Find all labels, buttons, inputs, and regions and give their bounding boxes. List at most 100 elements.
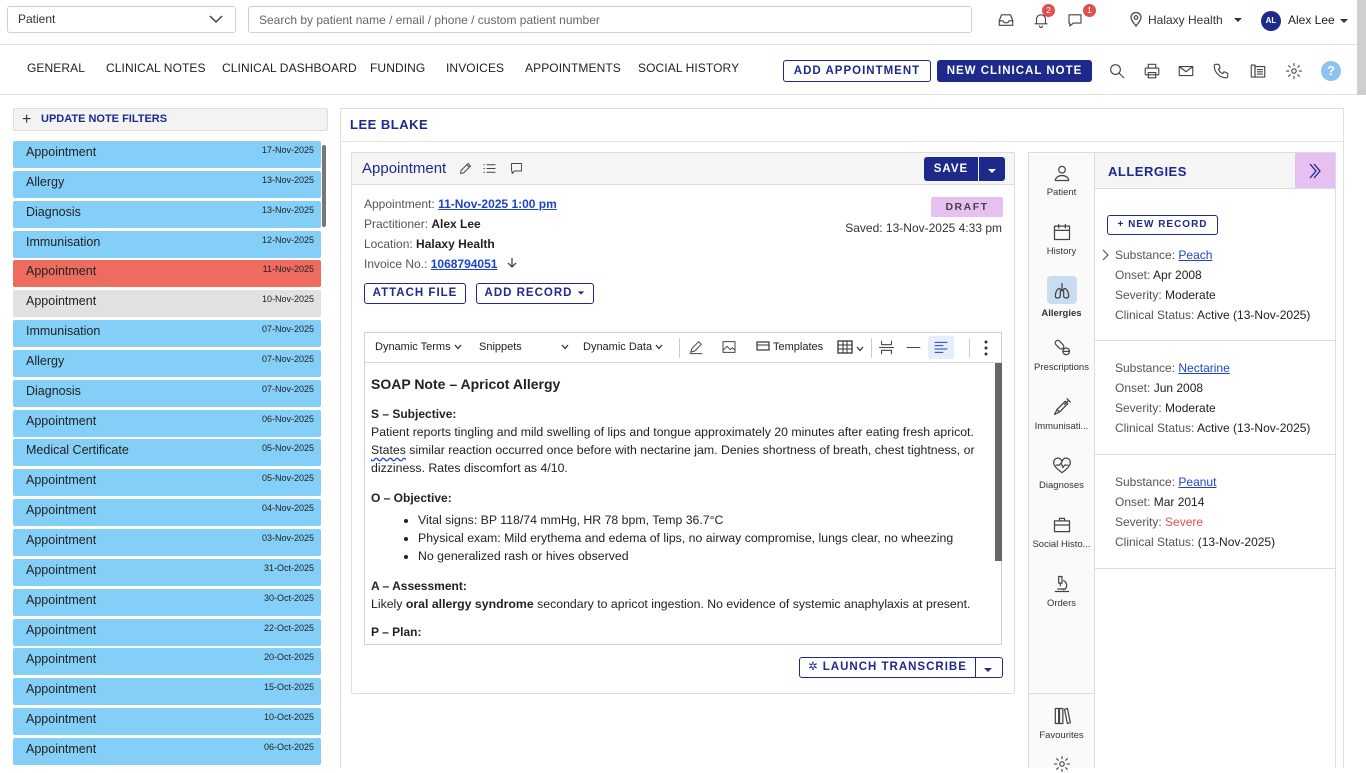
list-icon[interactable]	[482, 161, 497, 176]
printer-icon[interactable]	[1143, 62, 1161, 80]
collapse-panel-button[interactable]	[1295, 153, 1335, 188]
sidebar-item-orders[interactable]: Orders	[1029, 574, 1094, 609]
avatar[interactable]: AL	[1261, 11, 1281, 31]
attach-file-button[interactable]: ATTACH FILE	[364, 283, 466, 304]
list-item[interactable]: Immunisation 07-Nov-2025	[13, 320, 321, 348]
microphone-icon: ✲	[808, 661, 819, 673]
message-badge: 1	[1083, 4, 1096, 17]
pen-icon[interactable]	[688, 339, 704, 355]
assessment-text: Likely oral allergy syndrome secondary t…	[371, 597, 971, 611]
align-left-button[interactable]	[928, 336, 954, 359]
list-item[interactable]: Appointment 30-Oct-2025	[13, 588, 321, 616]
download-arrow-icon[interactable]	[507, 257, 517, 269]
sidebar-item-immunisations[interactable]: Immunisati...	[1029, 397, 1094, 432]
page-break-icon[interactable]	[878, 339, 895, 356]
note-title: Appointment	[362, 160, 447, 177]
table-icon	[837, 340, 853, 354]
new-record-button[interactable]: + NEW RECORD	[1107, 215, 1218, 235]
new-clinical-note-button[interactable]: NEW CLINICAL NOTE	[937, 60, 1092, 82]
phone-icon[interactable]	[1212, 62, 1230, 80]
user-menu[interactable]: Alex Lee	[1288, 13, 1348, 27]
horizontal-rule-icon[interactable]	[905, 339, 922, 356]
more-options-icon[interactable]	[984, 340, 988, 356]
substance-link[interactable]: Peanut	[1178, 475, 1216, 489]
chevron-down-icon	[209, 15, 223, 24]
list-item[interactable]: Appointment 05-Nov-2025	[13, 469, 321, 497]
gear-icon[interactable]	[1285, 62, 1303, 80]
sidebar-item-history[interactable]: History	[1029, 222, 1094, 257]
sidebar-item-social-history[interactable]: Social Histo...	[1029, 515, 1094, 550]
substance-link[interactable]: Peach	[1178, 248, 1212, 262]
location-select[interactable]: Halaxy Health	[1130, 12, 1242, 27]
templates-button[interactable]: Templates	[756, 341, 823, 353]
patient-search-input[interactable]	[248, 6, 972, 33]
list-item[interactable]: Appointment 15-Oct-2025	[13, 678, 321, 706]
sidebar-item-favourites[interactable]: Favourites	[1029, 706, 1094, 741]
tab-clinical-dashboard[interactable]: CLINICAL DASHBOARD	[222, 61, 357, 75]
inbox-icon[interactable]	[997, 11, 1015, 29]
table-dropdown[interactable]	[837, 339, 864, 358]
comment-icon[interactable]	[509, 161, 524, 176]
save-button[interactable]: SAVE	[924, 157, 978, 181]
divider	[341, 141, 1343, 142]
list-item[interactable]: Appointment 17-Nov-2025	[13, 141, 321, 168]
list-item[interactable]: Appointment 03-Nov-2025	[13, 528, 321, 556]
tab-social-history[interactable]: SOCIAL HISTORY	[638, 61, 739, 75]
note-document[interactable]: SOAP Note – Apricot Allergy S – Subjecti…	[371, 371, 993, 641]
tab-invoices[interactable]: INVOICES	[446, 61, 504, 75]
sidebar-item-diagnoses[interactable]: Diagnoses	[1029, 456, 1094, 491]
list-item[interactable]: Allergy 13-Nov-2025	[13, 170, 321, 198]
substance-link[interactable]: Nectarine	[1178, 361, 1229, 375]
add-appointment-button[interactable]: ADD APPOINTMENT	[783, 60, 931, 82]
tab-general[interactable]: GENERAL	[27, 61, 85, 75]
tab-appointments[interactable]: APPOINTMENTS	[525, 61, 621, 75]
subjective-heading: S – Subjective:	[371, 407, 457, 421]
fax-icon[interactable]	[1249, 62, 1267, 80]
list-item[interactable]: Medical Certificate 05-Nov-2025	[13, 439, 321, 467]
appointment-link[interactable]: 11-Nov-2025 1:00 pm	[438, 197, 557, 211]
chevron-right-icon[interactable]	[1101, 249, 1109, 261]
list-item[interactable]: Appointment 06-Oct-2025	[13, 737, 321, 765]
list-item[interactable]: Appointment 10-Oct-2025	[13, 708, 321, 736]
dynamic-terms-dropdown[interactable]: Dynamic Terms	[375, 341, 462, 353]
caret-down-icon	[988, 168, 996, 173]
list-item[interactable]: Appointment 06-Nov-2025	[13, 409, 321, 437]
list-item[interactable]: Appointment 04-Nov-2025	[13, 499, 321, 527]
notifications-button[interactable]: 2	[1032, 4, 1055, 32]
list-item[interactable]: Appointment 22-Oct-2025	[13, 618, 321, 646]
list-item-selected[interactable]: Appointment 11-Nov-2025	[13, 260, 321, 288]
save-options-button[interactable]	[979, 157, 1005, 181]
allergy-severity: Severity: Severe	[1115, 515, 1204, 529]
invoice-link[interactable]: 1068794051	[431, 257, 498, 271]
editor-scrollbar[interactable]	[995, 363, 1002, 561]
launch-transcribe-button[interactable]: ✲ LAUNCH TRANSCRIBE	[799, 657, 976, 678]
sidebar-item-prescriptions[interactable]: Prescriptions	[1029, 338, 1094, 373]
pencil-icon[interactable]	[458, 161, 473, 176]
tab-clinical-notes[interactable]: CLINICAL NOTES	[106, 61, 206, 75]
image-icon[interactable]	[721, 339, 737, 355]
mail-icon[interactable]	[1177, 62, 1195, 80]
snippets-dropdown[interactable]: Snippets	[479, 341, 569, 353]
tab-funding[interactable]: FUNDING	[370, 61, 425, 75]
gear-icon[interactable]	[1053, 755, 1071, 773]
list-item[interactable]: Diagnosis 07-Nov-2025	[13, 379, 321, 407]
dynamic-data-dropdown[interactable]: Dynamic Data	[583, 341, 663, 353]
sidebar-item-patient[interactable]: Patient	[1029, 163, 1094, 198]
list-item[interactable]: Appointment 31-Oct-2025	[13, 558, 321, 586]
books-icon	[1054, 707, 1071, 725]
transcribe-options-button[interactable]	[975, 657, 1003, 678]
list-item[interactable]: Appointment 10-Nov-2025	[13, 290, 321, 318]
update-note-filters-button[interactable]: + UPDATE NOTE FILTERS	[13, 108, 328, 131]
add-record-button[interactable]: ADD RECORD	[476, 283, 594, 304]
list-item[interactable]: Diagnosis 13-Nov-2025	[13, 200, 321, 228]
list-item[interactable]: Immunisation 12-Nov-2025	[13, 230, 321, 258]
help-button[interactable]: ?	[1321, 61, 1341, 81]
sidebar-item-allergies[interactable]: Allergies	[1029, 276, 1094, 319]
notes-list-scrollbar[interactable]	[322, 145, 326, 227]
patient-type-select[interactable]: Patient	[7, 6, 236, 33]
page-scrollbar[interactable]	[1357, 0, 1366, 95]
list-item[interactable]: Appointment 20-Oct-2025	[13, 648, 321, 676]
search-icon[interactable]	[1108, 62, 1126, 80]
list-item[interactable]: Allergy 07-Nov-2025	[13, 349, 321, 377]
messages-button[interactable]: 1	[1066, 4, 1096, 32]
